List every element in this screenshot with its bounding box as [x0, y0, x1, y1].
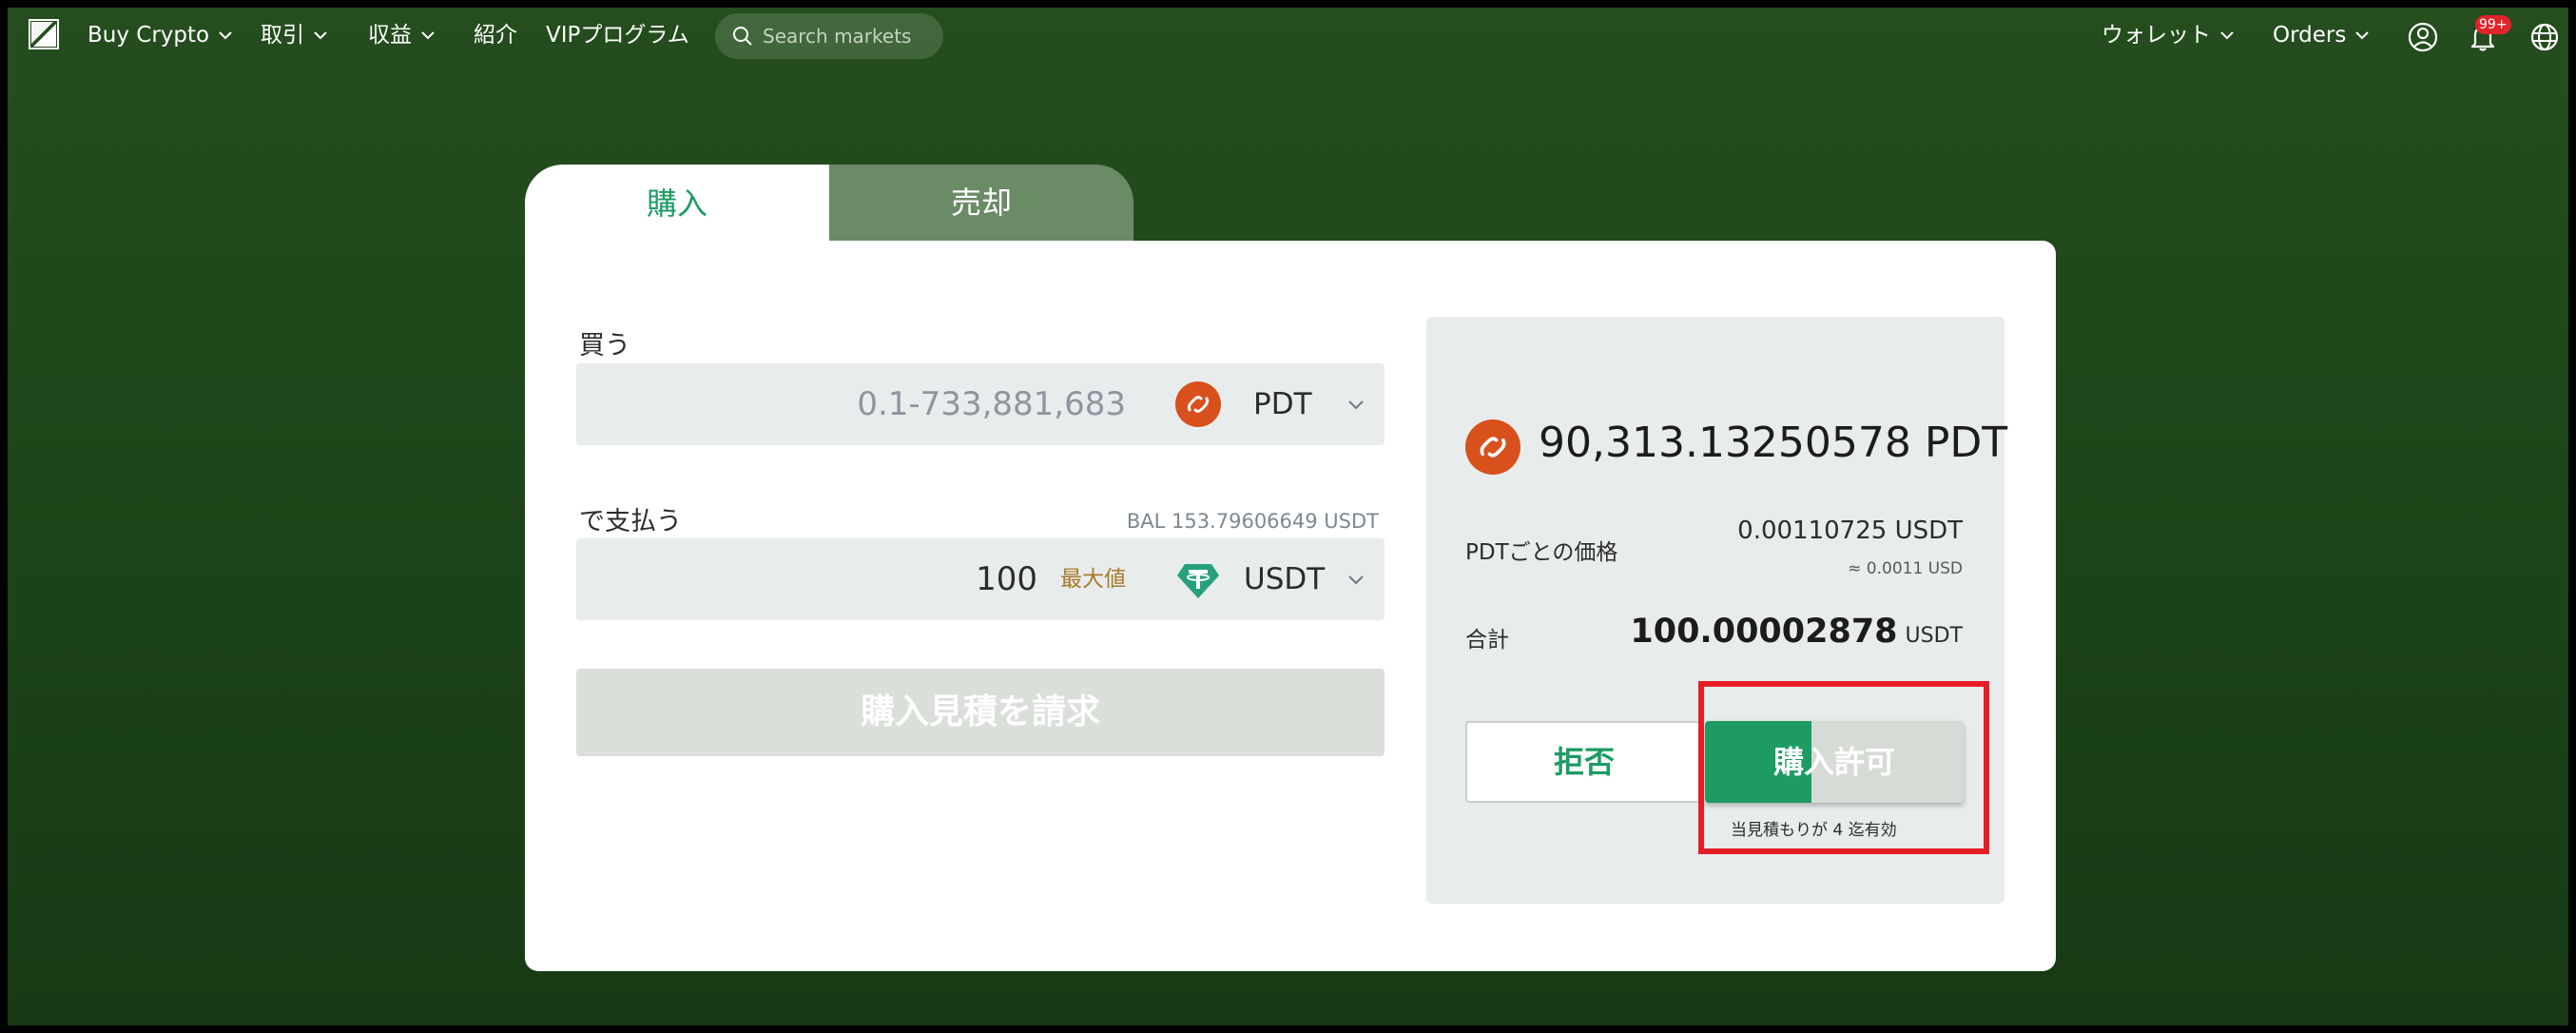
price-per-label: PDTごとの価格 [1465, 540, 1618, 565]
pay-coin-name[interactable]: USDT [1244, 538, 1325, 620]
total-value-group: 100.00002878 USDT [1630, 613, 1963, 651]
buy-amount-field[interactable]: 0.1-733,881,683 PDT [576, 363, 1385, 445]
quote-amount: 90,313.13250578 PDT [1539, 419, 2008, 467]
nav-vip-label: VIPプログラム [546, 23, 689, 48]
buy-coin-name[interactable]: PDT [1253, 363, 1312, 445]
nav-trade-label: 取引 [261, 23, 304, 48]
logo-icon[interactable] [29, 19, 59, 49]
tab-sell[interactable]: 売却 [829, 165, 1133, 241]
chevron-down-icon[interactable] [1346, 395, 1365, 414]
chevron-down-icon [2355, 31, 2370, 40]
nav-vip[interactable]: VIPプログラム [546, 19, 689, 51]
request-quote-button[interactable]: 購入見積を請求 [576, 669, 1385, 756]
user-icon[interactable] [2407, 21, 2439, 53]
balance-text: BAL 153.79606649 USDT [1126, 510, 1379, 533]
buy-amount-placeholder: 0.1-733,881,683 [857, 385, 1126, 423]
pay-amount-field[interactable]: 100 最大値 USDT [576, 538, 1385, 620]
search-markets-input[interactable]: Search markets [715, 13, 943, 59]
total-unit: USDT [1905, 624, 1963, 648]
nav-wallet[interactable]: ウォレット [2101, 19, 2236, 51]
highlight-box [1698, 681, 1989, 854]
nav-orders-label: Orders [2273, 23, 2347, 48]
pay-amount-value: 100 [976, 560, 1037, 598]
pay-label: で支払う [579, 507, 682, 536]
price-usd-value: ≈ 0.0011 USD [1848, 559, 1963, 578]
max-button[interactable]: 最大値 [1060, 538, 1126, 620]
nav-orders[interactable]: Orders [2273, 19, 2371, 51]
price-per-value: 0.00110725 USDT [1737, 516, 1963, 545]
search-placeholder: Search markets [763, 25, 912, 48]
globe-icon[interactable] [2528, 21, 2561, 53]
total-value: 100.00002878 [1630, 613, 1898, 651]
nav-buy-crypto-label: Buy Crypto [87, 23, 210, 48]
tab-buy[interactable]: 購入 [525, 165, 829, 250]
top-navigation: Buy Crypto 取引 収益 紹介 VIPプログラム Search mark… [8, 8, 2568, 65]
nav-wallet-label: ウォレット [2101, 23, 2211, 48]
nav-buy-crypto[interactable]: Buy Crypto [87, 19, 234, 51]
chevron-down-icon [314, 31, 327, 40]
reject-button[interactable]: 拒否 [1465, 721, 1703, 803]
pdt-coin-icon [1175, 381, 1221, 427]
chevron-down-icon [2220, 31, 2234, 40]
nav-referral-label: 紹介 [474, 23, 517, 48]
chevron-down-icon [421, 31, 435, 40]
notification-badge: 99+ [2475, 15, 2511, 34]
app-background: Buy Crypto 取引 収益 紹介 VIPプログラム Search mark… [8, 8, 2568, 1025]
total-label: 合計 [1465, 628, 1509, 653]
nav-referral[interactable]: 紹介 [474, 19, 517, 51]
usdt-coin-icon [1177, 564, 1219, 598]
search-icon [733, 27, 752, 46]
chevron-down-icon [219, 31, 232, 40]
buy-label: 買う [579, 331, 630, 361]
pdt-coin-icon [1465, 419, 1520, 475]
nav-earn[interactable]: 収益 [368, 19, 436, 51]
nav-trade[interactable]: 取引 [261, 19, 329, 51]
nav-earn-label: 収益 [368, 23, 412, 48]
chevron-down-icon[interactable] [1346, 570, 1365, 589]
